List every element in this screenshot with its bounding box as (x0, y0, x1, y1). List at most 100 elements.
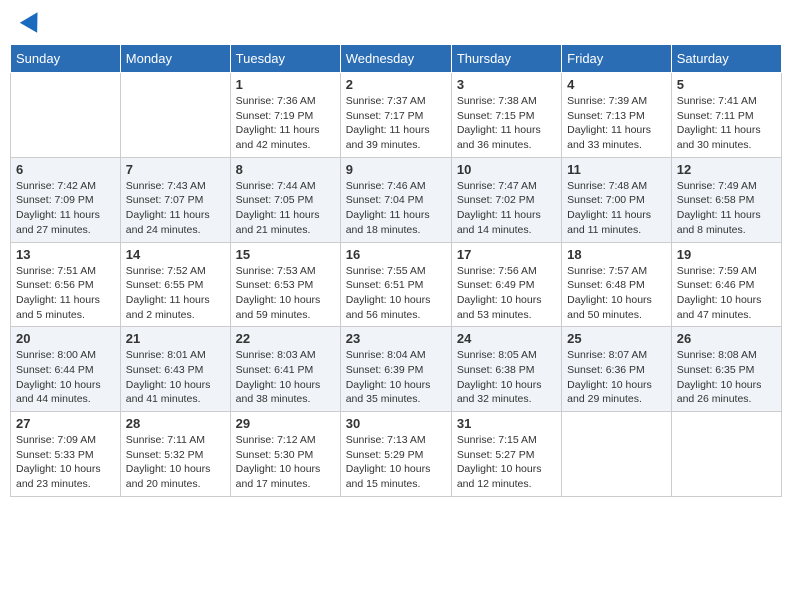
calendar-cell: 4 Sunrise: 7:39 AM Sunset: 7:13 PM Daylig… (562, 73, 672, 158)
day-number: 21 (126, 331, 225, 346)
day-info: Sunrise: 8:07 AM Sunset: 6:36 PM Dayligh… (567, 348, 666, 407)
day-number: 30 (346, 416, 446, 431)
column-header-wednesday: Wednesday (340, 45, 451, 73)
day-info: Sunrise: 7:43 AM Sunset: 7:07 PM Dayligh… (126, 179, 225, 238)
column-header-thursday: Thursday (451, 45, 561, 73)
calendar-cell (11, 73, 121, 158)
day-number: 31 (457, 416, 556, 431)
day-number: 22 (236, 331, 335, 346)
day-number: 2 (346, 77, 446, 92)
day-info: Sunrise: 7:11 AM Sunset: 5:32 PM Dayligh… (126, 433, 225, 492)
calendar-cell: 24 Sunrise: 8:05 AM Sunset: 6:38 PM Dayli… (451, 327, 561, 412)
day-info: Sunrise: 8:08 AM Sunset: 6:35 PM Dayligh… (677, 348, 776, 407)
day-number: 1 (236, 77, 335, 92)
calendar-cell: 6Sunrise: 7:42 AM Sunset: 7:09 PM Daylig… (11, 157, 121, 242)
day-number: 9 (346, 162, 446, 177)
calendar-cell: 16 Sunrise: 7:55 AM Sunset: 6:51 PM Dayli… (340, 242, 451, 327)
day-number: 11 (567, 162, 666, 177)
page-header (10, 10, 782, 34)
day-number: 25 (567, 331, 666, 346)
column-header-tuesday: Tuesday (230, 45, 340, 73)
day-number: 17 (457, 247, 556, 262)
calendar-cell: 7 Sunrise: 7:43 AM Sunset: 7:07 PM Daylig… (120, 157, 230, 242)
day-info: Sunrise: 7:56 AM Sunset: 6:49 PM Dayligh… (457, 264, 556, 323)
day-info: Sunrise: 7:38 AM Sunset: 7:15 PM Dayligh… (457, 94, 556, 153)
day-info: Sunrise: 7:48 AM Sunset: 7:00 PM Dayligh… (567, 179, 666, 238)
day-info: Sunrise: 7:53 AM Sunset: 6:53 PM Dayligh… (236, 264, 335, 323)
day-number: 7 (126, 162, 225, 177)
calendar-cell: 31 Sunrise: 7:15 AM Sunset: 5:27 PM Dayli… (451, 412, 561, 497)
calendar-cell: 28 Sunrise: 7:11 AM Sunset: 5:32 PM Dayli… (120, 412, 230, 497)
day-number: 20 (16, 331, 115, 346)
day-number: 15 (236, 247, 335, 262)
calendar-week-row: 1 Sunrise: 7:36 AM Sunset: 7:19 PM Daylig… (11, 73, 782, 158)
day-number: 16 (346, 247, 446, 262)
day-info: Sunrise: 7:36 AM Sunset: 7:19 PM Dayligh… (236, 94, 335, 153)
column-header-saturday: Saturday (671, 45, 781, 73)
day-info: Sunrise: 7:13 AM Sunset: 5:29 PM Dayligh… (346, 433, 446, 492)
calendar-cell: 29Sunrise: 7:12 AM Sunset: 5:30 PM Dayli… (230, 412, 340, 497)
calendar-cell: 12 Sunrise: 7:49 AM Sunset: 6:58 PM Dayli… (671, 157, 781, 242)
day-info: Sunrise: 7:44 AM Sunset: 7:05 PM Dayligh… (236, 179, 335, 238)
calendar-cell: 14 Sunrise: 7:52 AM Sunset: 6:55 PM Dayli… (120, 242, 230, 327)
day-number: 4 (567, 77, 666, 92)
day-info: Sunrise: 7:41 AM Sunset: 7:11 PM Dayligh… (677, 94, 776, 153)
day-info: Sunrise: 7:59 AM Sunset: 6:46 PM Dayligh… (677, 264, 776, 323)
day-number: 27 (16, 416, 115, 431)
day-number: 19 (677, 247, 776, 262)
day-number: 28 (126, 416, 225, 431)
day-number: 18 (567, 247, 666, 262)
calendar-cell: 9 Sunrise: 7:46 AM Sunset: 7:04 PM Daylig… (340, 157, 451, 242)
calendar-week-row: 27 Sunrise: 7:09 AM Sunset: 5:33 PM Dayli… (11, 412, 782, 497)
day-info: Sunrise: 8:00 AM Sunset: 6:44 PM Dayligh… (16, 348, 115, 407)
day-info: Sunrise: 7:46 AM Sunset: 7:04 PM Dayligh… (346, 179, 446, 238)
day-info: Sunrise: 8:03 AM Sunset: 6:41 PM Dayligh… (236, 348, 335, 407)
calendar-cell: 18 Sunrise: 7:57 AM Sunset: 6:48 PM Dayli… (562, 242, 672, 327)
calendar-cell (562, 412, 672, 497)
calendar-cell: 27 Sunrise: 7:09 AM Sunset: 5:33 PM Dayli… (11, 412, 121, 497)
column-header-friday: Friday (562, 45, 672, 73)
calendar-cell: 21 Sunrise: 8:01 AM Sunset: 6:43 PM Dayli… (120, 327, 230, 412)
day-info: Sunrise: 7:57 AM Sunset: 6:48 PM Dayligh… (567, 264, 666, 323)
calendar-week-row: 20 Sunrise: 8:00 AM Sunset: 6:44 PM Dayli… (11, 327, 782, 412)
calendar-cell: 13Sunrise: 7:51 AM Sunset: 6:56 PM Dayli… (11, 242, 121, 327)
calendar-cell: 19 Sunrise: 7:59 AM Sunset: 6:46 PM Dayli… (671, 242, 781, 327)
day-number: 3 (457, 77, 556, 92)
logo (20, 15, 43, 29)
calendar-cell: 3 Sunrise: 7:38 AM Sunset: 7:15 PM Daylig… (451, 73, 561, 158)
column-header-sunday: Sunday (11, 45, 121, 73)
day-info: Sunrise: 8:05 AM Sunset: 6:38 PM Dayligh… (457, 348, 556, 407)
day-number: 24 (457, 331, 556, 346)
column-header-monday: Monday (120, 45, 230, 73)
calendar-cell (120, 73, 230, 158)
day-info: Sunrise: 7:49 AM Sunset: 6:58 PM Dayligh… (677, 179, 776, 238)
day-info: Sunrise: 7:55 AM Sunset: 6:51 PM Dayligh… (346, 264, 446, 323)
day-number: 23 (346, 331, 446, 346)
calendar-cell: 2 Sunrise: 7:37 AM Sunset: 7:17 PM Daylig… (340, 73, 451, 158)
day-number: 26 (677, 331, 776, 346)
day-number: 8 (236, 162, 335, 177)
calendar-header-row: SundayMondayTuesdayWednesdayThursdayFrid… (11, 45, 782, 73)
day-info: Sunrise: 7:09 AM Sunset: 5:33 PM Dayligh… (16, 433, 115, 492)
calendar-cell: 1 Sunrise: 7:36 AM Sunset: 7:19 PM Daylig… (230, 73, 340, 158)
day-number: 10 (457, 162, 556, 177)
day-info: Sunrise: 7:47 AM Sunset: 7:02 PM Dayligh… (457, 179, 556, 238)
calendar-cell: 17 Sunrise: 7:56 AM Sunset: 6:49 PM Dayli… (451, 242, 561, 327)
calendar-cell: 23Sunrise: 8:04 AM Sunset: 6:39 PM Dayli… (340, 327, 451, 412)
day-info: Sunrise: 7:37 AM Sunset: 7:17 PM Dayligh… (346, 94, 446, 153)
day-number: 14 (126, 247, 225, 262)
calendar-cell: 8 Sunrise: 7:44 AM Sunset: 7:05 PM Daylig… (230, 157, 340, 242)
day-info: Sunrise: 8:01 AM Sunset: 6:43 PM Dayligh… (126, 348, 225, 407)
day-number: 5 (677, 77, 776, 92)
calendar-cell: 5 Sunrise: 7:41 AM Sunset: 7:11 PM Daylig… (671, 73, 781, 158)
day-number: 13 (16, 247, 115, 262)
calendar-week-row: 6Sunrise: 7:42 AM Sunset: 7:09 PM Daylig… (11, 157, 782, 242)
calendar-cell: 30 Sunrise: 7:13 AM Sunset: 5:29 PM Dayli… (340, 412, 451, 497)
day-info: Sunrise: 7:12 AM Sunset: 5:30 PM Dayligh… (236, 433, 335, 492)
day-info: Sunrise: 7:52 AM Sunset: 6:55 PM Dayligh… (126, 264, 225, 323)
day-info: Sunrise: 7:39 AM Sunset: 7:13 PM Dayligh… (567, 94, 666, 153)
calendar-cell (671, 412, 781, 497)
calendar-cell: 15 Sunrise: 7:53 AM Sunset: 6:53 PM Dayli… (230, 242, 340, 327)
day-info: Sunrise: 7:15 AM Sunset: 5:27 PM Dayligh… (457, 433, 556, 492)
day-number: 12 (677, 162, 776, 177)
